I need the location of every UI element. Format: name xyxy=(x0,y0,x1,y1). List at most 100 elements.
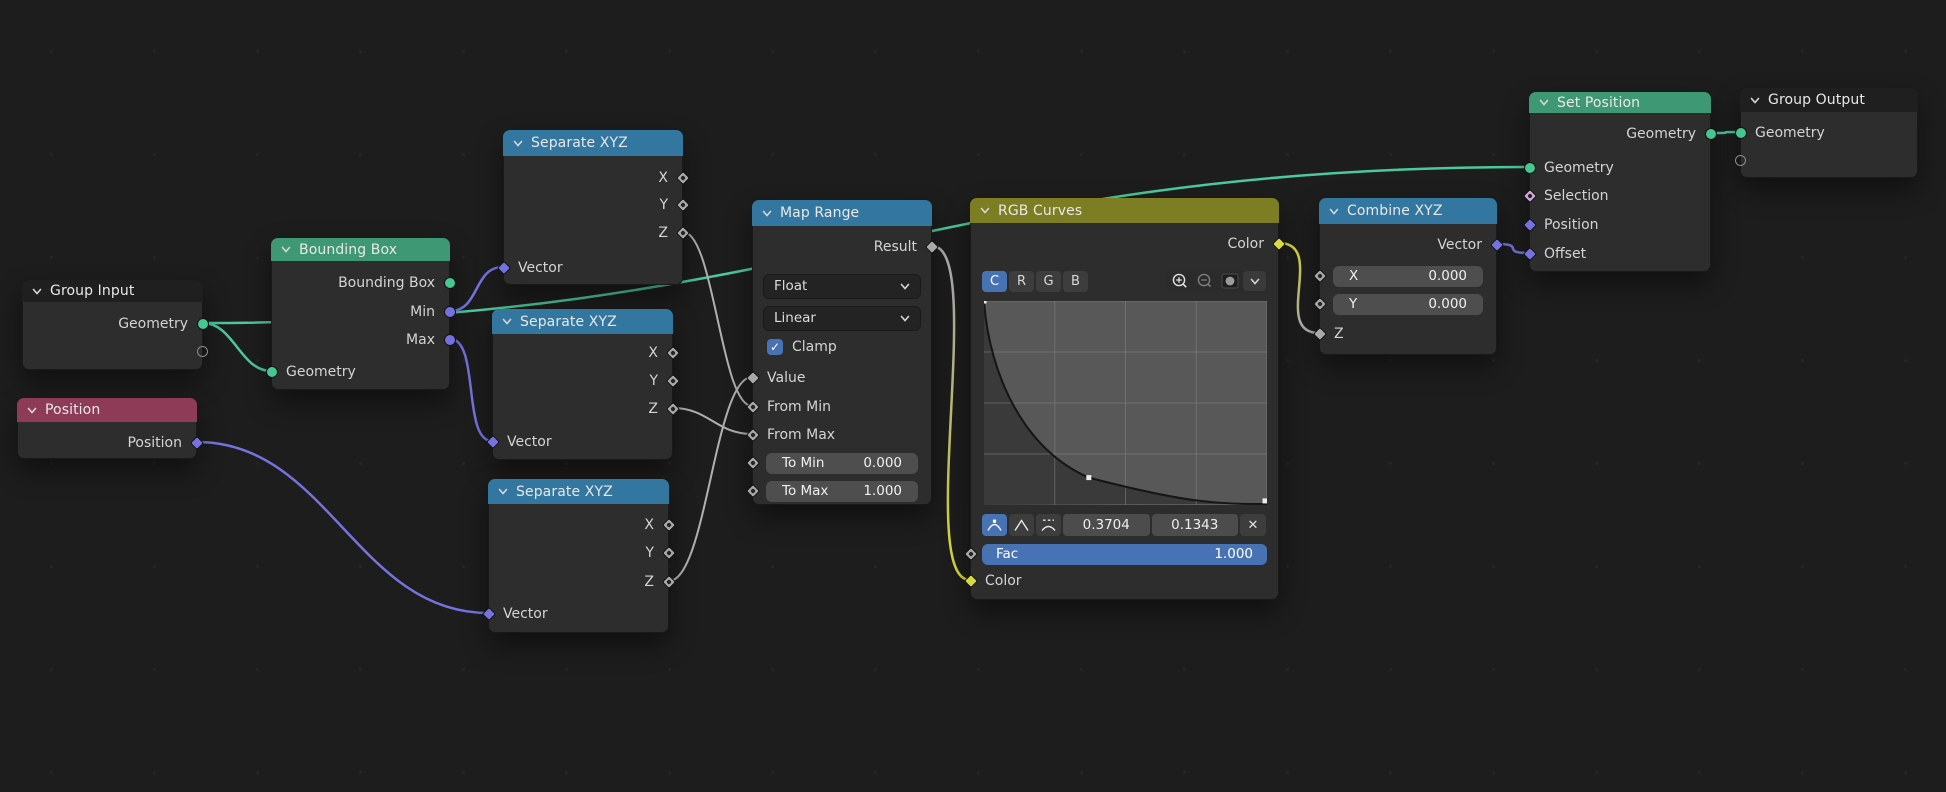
socket-row-geometry: Geometry xyxy=(1530,158,1710,178)
dropdown-value: Float xyxy=(774,278,807,294)
socket-label: Y xyxy=(659,197,668,213)
dropdown-linear[interactable]: Linear xyxy=(763,306,921,331)
node-header-combine-xyz[interactable]: Combine XYZ xyxy=(1319,198,1497,224)
channel-button-c[interactable]: C xyxy=(982,271,1007,292)
socket-out-geometry[interactable] xyxy=(197,318,209,330)
wire-map-range-result-to-rgb-curves-color[interactable] xyxy=(932,246,970,580)
socket-row-vector: Vector xyxy=(504,258,682,278)
node-editor-canvas[interactable]: Group InputGeometryPositionPositionBound… xyxy=(0,0,1946,792)
curve-point-x-field[interactable]: 0.3704 xyxy=(1063,514,1150,536)
node-position[interactable]: Position Position xyxy=(17,398,197,459)
checkbox-clamp[interactable]: ✓ xyxy=(767,339,783,355)
curve-tool-levels-button[interactable] xyxy=(1218,271,1241,291)
node-header-position[interactable]: Position xyxy=(17,398,197,422)
dropdown-float[interactable]: Float xyxy=(763,274,921,299)
channel-button-r[interactable]: R xyxy=(1009,271,1034,292)
curve-tool-menu-button[interactable] xyxy=(1243,271,1266,291)
node-header-separate-xyz-1[interactable]: Separate XYZ xyxy=(503,130,683,156)
socket-out-extend[interactable] xyxy=(197,346,208,357)
node-group-output[interactable]: Group OutputGeometry xyxy=(1740,88,1918,178)
socket-in-geometry[interactable] xyxy=(266,366,278,378)
socket-label: Position xyxy=(127,435,182,451)
node-header-bounding-box[interactable]: Bounding Box xyxy=(271,238,450,261)
socket-row-z: Z xyxy=(489,572,668,592)
socket-row-x: X xyxy=(489,515,668,535)
node-combine-xyz[interactable]: Combine XYZVectorX0.000Y0.000Z xyxy=(1319,198,1497,355)
node-header-group-input[interactable]: Group Input xyxy=(22,280,203,302)
collapse-chevron-icon xyxy=(32,288,42,295)
wire-group-input-geometry-to-bounding-box-geometry[interactable] xyxy=(203,323,271,371)
socket-label: X xyxy=(644,517,654,533)
field-value: 0.000 xyxy=(1428,296,1467,312)
node-separate-xyz-2[interactable]: Separate XYZXYZVector xyxy=(492,309,673,460)
socket-label: Bounding Box xyxy=(338,275,435,291)
wire-bounding-box-max-to-separate-xyz-2-vector[interactable] xyxy=(450,339,492,441)
curve-point-y-field[interactable]: 0.1343 xyxy=(1152,514,1239,536)
node-header-set-position[interactable]: Set Position xyxy=(1529,92,1711,113)
socket-out-min[interactable] xyxy=(444,306,456,318)
node-group-input[interactable]: Group InputGeometry xyxy=(22,280,203,370)
node-header-map-range[interactable]: Map Range xyxy=(752,200,932,226)
value-field-y[interactable]: Y 0.000 xyxy=(1333,294,1483,315)
field-label: To Max xyxy=(782,483,828,499)
node-header-separate-xyz-3[interactable]: Separate XYZ xyxy=(488,479,669,504)
curve-channels-toolbar: CRGB xyxy=(982,271,1267,292)
collapse-chevron-icon xyxy=(980,207,990,214)
socket-in-geometry[interactable] xyxy=(1524,162,1536,174)
node-separate-xyz-1[interactable]: Separate XYZXYZVector xyxy=(503,130,683,285)
wire-position-to-separate-xyz-3-vector[interactable] xyxy=(197,442,488,613)
socket-in-geometry[interactable] xyxy=(1735,127,1747,139)
handle-smooth-button[interactable] xyxy=(982,514,1007,536)
curve-tools xyxy=(1167,270,1267,292)
socket-row-vector: Vector xyxy=(1320,235,1496,255)
curve-editor-widget[interactable] xyxy=(984,301,1267,505)
socket-row-x: X xyxy=(504,168,682,188)
node-header-separate-xyz-2[interactable]: Separate XYZ xyxy=(492,309,673,334)
curve-tool-zoom-in-button[interactable] xyxy=(1168,271,1191,291)
socket-out-geometry[interactable] xyxy=(1705,128,1717,140)
channel-button-g[interactable]: G xyxy=(1036,271,1061,292)
handle-vector-button[interactable] xyxy=(1009,514,1034,536)
wire-rgb-curves-color-to-combine-xyz-z[interactable] xyxy=(1279,243,1319,333)
slider-fac[interactable]: Fac1.000 xyxy=(982,544,1267,565)
node-bounding-box[interactable]: Bounding BoxBounding BoxMinMaxGeometry xyxy=(271,238,450,390)
socket-row-from-min: From Min xyxy=(753,397,931,417)
socket-label: X xyxy=(648,345,658,361)
socket-row-y: Y xyxy=(489,543,668,563)
socket-in-extend[interactable] xyxy=(1735,155,1746,166)
delete-point-button[interactable]: ✕ xyxy=(1240,514,1266,536)
socket-label: Result xyxy=(874,239,917,255)
socket-out-max[interactable] xyxy=(444,334,456,346)
curve-tool-zoom-out-button[interactable] xyxy=(1193,271,1216,291)
socket-row-max: Max xyxy=(272,330,449,350)
wire-bounding-box-min-to-separate-xyz-1-vector[interactable] xyxy=(450,267,503,311)
collapse-chevron-icon xyxy=(762,210,772,217)
node-rgb-curves[interactable]: RGB CurvesColorCRGB0.37040.1343✕Fac1.000… xyxy=(970,198,1279,600)
wire-separate-xyz-1-z-to-map-range-from-min[interactable] xyxy=(683,232,752,406)
socket-label: Vector xyxy=(1437,237,1482,253)
node-header-rgb-curves[interactable]: RGB Curves xyxy=(970,198,1279,223)
channel-button-b[interactable]: B xyxy=(1063,271,1088,292)
socket-row-value: Value xyxy=(753,368,931,388)
socket-label: Selection xyxy=(1544,188,1609,204)
value-field-to-min[interactable]: To Min0.000 xyxy=(766,453,918,474)
socket-out-bounding-box[interactable] xyxy=(444,277,456,289)
field-label: Y xyxy=(1349,296,1357,312)
field-label: Fac xyxy=(996,546,1018,562)
handle-auto-clamped-button[interactable] xyxy=(1036,514,1061,536)
field-label: To Min xyxy=(782,455,824,471)
dropdown-value: Linear xyxy=(774,310,816,326)
node-header-group-output[interactable]: Group Output xyxy=(1740,88,1918,112)
value-field-to-max[interactable]: To Max1.000 xyxy=(766,481,918,502)
value-field-x[interactable]: X0.000 xyxy=(1333,266,1483,287)
node-set-position[interactable]: Set PositionGeometryGeometrySelectionPos… xyxy=(1529,92,1711,272)
socket-row-y: Y xyxy=(504,195,682,215)
wire-separate-xyz-2-z-to-map-range-from-max[interactable] xyxy=(673,408,752,434)
socket-label: Y xyxy=(645,545,654,561)
socket-label: X xyxy=(658,170,668,186)
zoom-out-icon xyxy=(1196,272,1214,290)
socket-label: Z xyxy=(648,401,658,417)
handle-smooth-icon xyxy=(986,518,1003,532)
node-map-range[interactable]: Map RangeResultFloatLinear✓ClampValueFro… xyxy=(752,200,932,505)
node-separate-xyz-3[interactable]: Separate XYZXYZVector xyxy=(488,479,669,633)
